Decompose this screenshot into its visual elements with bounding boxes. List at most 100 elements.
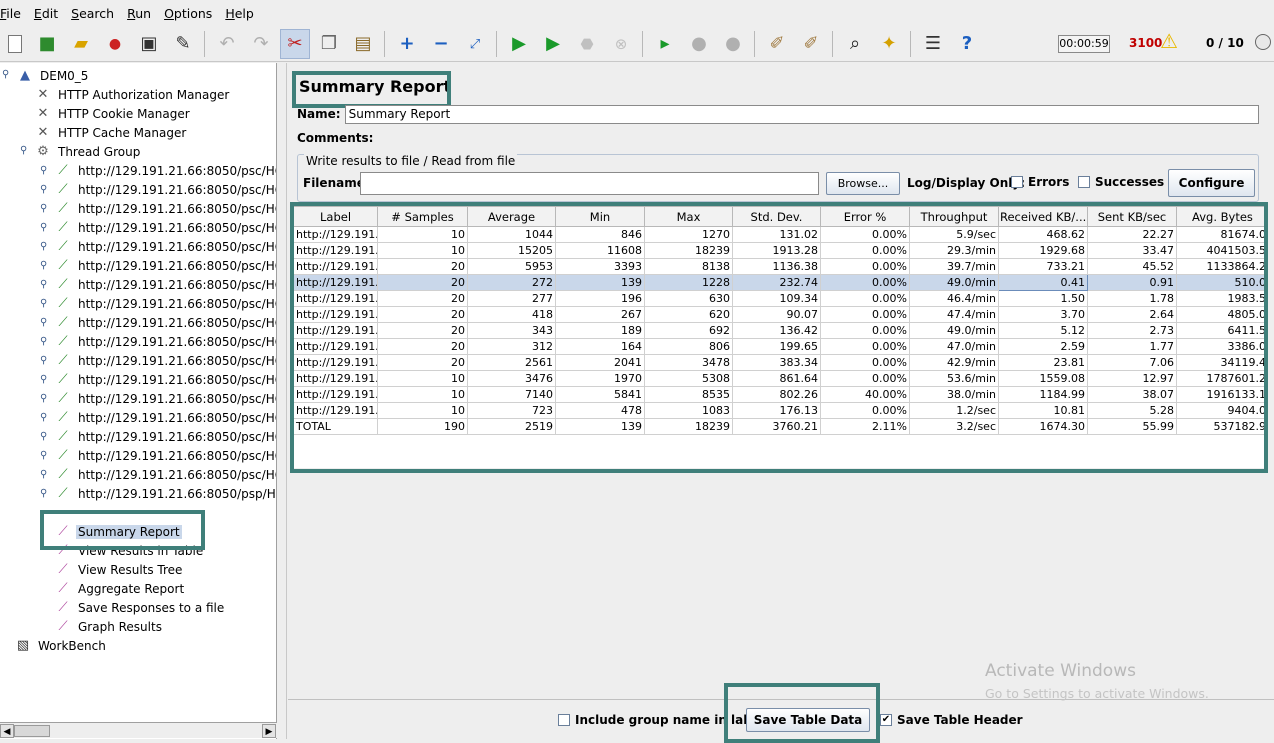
function-helper-icon[interactable]: ☰ (918, 29, 948, 59)
tree-toggle-icon[interactable]: ⚲ (40, 279, 47, 290)
toggle-icon[interactable]: ⤢ (460, 29, 490, 59)
successes-checkbox[interactable]: Successes (1078, 175, 1164, 189)
templates-icon[interactable]: ■ (32, 29, 62, 59)
tree-toggle-icon[interactable]: ⚲ (40, 336, 47, 347)
tree-item[interactable]: ⟋ Graph Results (54, 617, 164, 636)
collapse-icon[interactable]: − (426, 29, 456, 59)
tree-item[interactable]: ⟋ View Results Tree (54, 560, 184, 579)
tree-item[interactable]: ⟋ http://129.191.21.66:8050/psc/HCM9 (54, 256, 276, 275)
errors-check-box[interactable] (1011, 176, 1023, 188)
tree-item[interactable]: ⟋ Aggregate Report (54, 579, 186, 598)
tree-toggle-icon[interactable]: ⚲ (40, 431, 47, 442)
configure-button[interactable]: Configure (1168, 169, 1255, 197)
new-icon[interactable] (0, 29, 30, 59)
filename-field[interactable] (360, 172, 819, 195)
start-no-pauses-icon[interactable]: ▶ (538, 29, 568, 59)
shutdown-icon[interactable]: ⊗ (606, 29, 636, 59)
tree-toggle-icon[interactable]: ⚲ (40, 165, 47, 176)
save-table-header-checkbox[interactable]: ✔ Save Table Header (880, 713, 1023, 727)
scrollbar-thumb[interactable] (14, 725, 50, 737)
browse-button[interactable]: Browse... (826, 172, 900, 195)
save-as-icon[interactable]: ✎ (168, 29, 198, 59)
search-icon[interactable]: ⌕ (840, 29, 870, 59)
tree-item[interactable]: ⟋ http://129.191.21.66:8050/psp/HCM9 (54, 484, 276, 503)
start-icon[interactable]: ▶ (504, 29, 534, 59)
tree-item[interactable]: ✕ HTTP Cookie Manager (34, 104, 192, 123)
copy-icon[interactable]: ❐ (314, 29, 344, 59)
clear-icon[interactable]: ✐ (762, 29, 792, 59)
undo-icon[interactable]: ↶ (212, 29, 242, 59)
tree-toggle-icon[interactable]: ⚲ (40, 184, 47, 195)
tree-item[interactable]: ⟋ http://129.191.21.66:8050/psc/HCM9 (54, 465, 276, 484)
expand-icon[interactable]: + (392, 29, 422, 59)
tree-item[interactable]: ⚙ Thread Group (34, 142, 142, 161)
tree-item[interactable]: ⟋ http://129.191.21.66:8050/psc/HCM9 (54, 161, 276, 180)
tree-toggle-icon[interactable]: ⚲ (40, 469, 47, 480)
tree-item[interactable]: ⟋ http://129.191.21.66:8050/psc/HCM9 (54, 370, 276, 389)
tree-toggle-icon[interactable]: ⚲ (40, 298, 47, 309)
tree-item[interactable]: ⟋ http://129.191.21.66:8050/psc/HCM9 (54, 389, 276, 408)
remote-stop-icon[interactable]: ● (684, 29, 714, 59)
errors-checkbox[interactable]: Errors (1011, 175, 1069, 189)
tree-item[interactable]: ⟋ http://129.191.21.66:8050/psc/HCM9 (54, 199, 276, 218)
tree-item[interactable]: ⟋ http://129.191.21.66:8050/psc/HCM9 (54, 408, 276, 427)
menu-options[interactable]: Options (164, 6, 219, 21)
menu-help[interactable]: Help (225, 6, 261, 21)
reset-search-icon[interactable]: ✦ (874, 29, 904, 59)
tree-item[interactable]: ▧ WorkBench (14, 636, 108, 655)
name-field[interactable]: Summary Report (344, 104, 1259, 124)
tree-toggle-icon[interactable]: ⚲ (40, 260, 47, 271)
menu-file[interactable]: File (0, 6, 28, 21)
checkmark-icon[interactable]: ✔ (880, 714, 892, 726)
scroll-right-icon[interactable]: ▶ (262, 724, 276, 738)
tree-item[interactable]: ⟋ Save Responses to a file (54, 598, 226, 617)
remote-start-icon[interactable]: ▸ (650, 29, 680, 59)
successes-check-box[interactable] (1078, 176, 1090, 188)
tree-item[interactable]: ⟋ http://129.191.21.66:8050/psc/HCM9 (54, 237, 276, 256)
close-icon[interactable]: ● (100, 29, 130, 59)
tree-toggle-icon[interactable]: ⚲ (40, 355, 47, 366)
tree-item[interactable]: ⟋ http://129.191.21.66:8050/psc/HCM9 (54, 275, 276, 294)
tree-toggle-icon[interactable]: ⚲ (40, 393, 47, 404)
tree-item[interactable]: ✕ HTTP Authorization Manager (34, 85, 231, 104)
menu-search[interactable]: Search (71, 6, 121, 21)
tree-toggle-icon[interactable]: ⚲ (40, 488, 47, 499)
stop-icon[interactable]: ⬣ (572, 29, 602, 59)
tree-item[interactable]: ⟋ http://129.191.21.66:8050/psc/HCM9 (54, 332, 276, 351)
clear-all-icon[interactable]: ✐ (796, 29, 826, 59)
tree-item[interactable]: ⟋ http://129.191.21.66:8050/psc/HCM9 (54, 180, 276, 199)
paste-icon[interactable]: ▤ (348, 29, 378, 59)
tree-horizontal-scrollbar[interactable]: ◀ ▶ (0, 722, 277, 738)
tree-toggle-icon[interactable]: ⚲ (2, 69, 9, 80)
split-pane-divider[interactable] (278, 63, 287, 739)
tree-item[interactable]: ⟋ http://129.191.21.66:8050/psc/HCM9 (54, 313, 276, 332)
cut-icon[interactable]: ✂ (280, 29, 310, 59)
remote-exit-icon[interactable]: ● (718, 29, 748, 59)
tree-item[interactable]: ⟋ http://129.191.21.66:8050/psc/HCM9 (54, 294, 276, 313)
tree-toggle-icon[interactable]: ⚲ (40, 241, 47, 252)
tree-item[interactable]: ▲ DEM0_5 (16, 66, 90, 85)
tree-toggle-icon[interactable]: ⚲ (40, 222, 47, 233)
tree-toggle-icon[interactable]: ⚲ (40, 450, 47, 461)
menu-edit[interactable]: Edit (34, 6, 65, 21)
warning-icon[interactable]: ⚠ (1160, 31, 1178, 51)
tree-item[interactable]: ⟋ http://129.191.21.66:8050/psc/HCM9 (54, 446, 276, 465)
tree-toggle-icon[interactable]: ⚲ (20, 145, 27, 156)
tree-item[interactable]: ⟋ http://129.191.21.66:8050/psc/HCM9 (54, 427, 276, 446)
tree-item[interactable]: ✕ HTTP Cache Manager (34, 123, 188, 142)
tree-toggle-icon[interactable]: ⚲ (40, 374, 47, 385)
tree-toggle-icon[interactable]: ⚲ (40, 203, 47, 214)
tree-toggle-icon[interactable]: ⚲ (40, 317, 47, 328)
save-table-header-label: Save Table Header (897, 713, 1023, 727)
include-group-check-box[interactable] (558, 714, 570, 726)
help-icon[interactable]: ? (952, 29, 982, 59)
redo-icon[interactable]: ↷ (246, 29, 276, 59)
tree-item[interactable]: ⟋ http://129.191.21.66:8050/psc/HCM9 (54, 218, 276, 237)
open-icon[interactable]: ▰ (66, 29, 96, 59)
tree-item[interactable]: ⟋ http://129.191.21.66:8050/psc/HCM9 (54, 351, 276, 370)
tree-toggle-icon[interactable]: ⚲ (40, 412, 47, 423)
menu-run[interactable]: Run (127, 6, 158, 21)
tree-item-label: HTTP Authorization Manager (58, 87, 230, 102)
scroll-left-icon[interactable]: ◀ (0, 724, 14, 738)
save-icon[interactable]: ▣ (134, 29, 164, 59)
